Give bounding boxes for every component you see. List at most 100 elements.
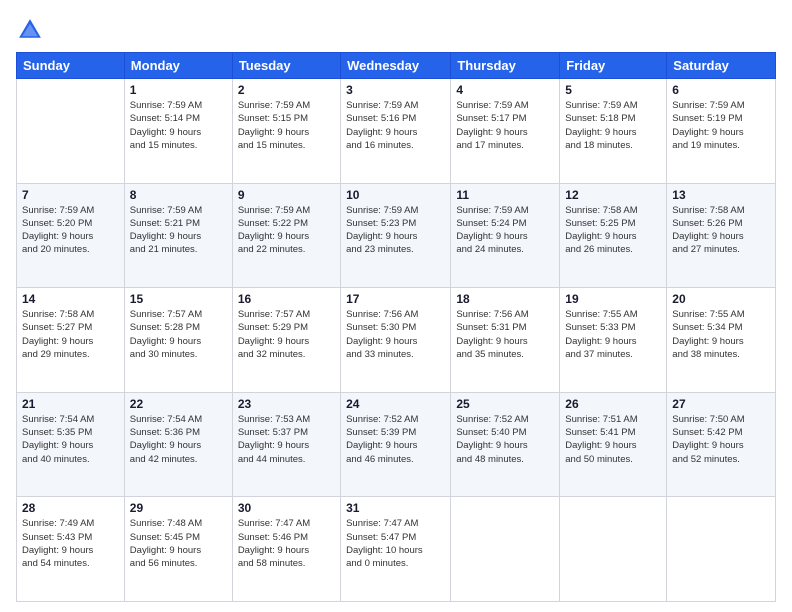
day-info: Sunrise: 7:58 AMSunset: 5:27 PMDaylight:… bbox=[22, 308, 119, 361]
day-info: Sunrise: 7:59 AMSunset: 5:17 PMDaylight:… bbox=[456, 99, 554, 152]
days-header-row: SundayMondayTuesdayWednesdayThursdayFrid… bbox=[17, 53, 776, 79]
day-info: Sunrise: 7:53 AMSunset: 5:37 PMDaylight:… bbox=[238, 413, 335, 466]
calendar-cell: 26 Sunrise: 7:51 AMSunset: 5:41 PMDayligh… bbox=[560, 392, 667, 497]
calendar-table: SundayMondayTuesdayWednesdayThursdayFrid… bbox=[16, 52, 776, 602]
day-info: Sunrise: 7:48 AMSunset: 5:45 PMDaylight:… bbox=[130, 517, 227, 570]
day-info: Sunrise: 7:51 AMSunset: 5:41 PMDaylight:… bbox=[565, 413, 661, 466]
day-info: Sunrise: 7:55 AMSunset: 5:34 PMDaylight:… bbox=[672, 308, 770, 361]
day-header-thursday: Thursday bbox=[451, 53, 560, 79]
day-number: 2 bbox=[238, 83, 335, 97]
day-info: Sunrise: 7:59 AMSunset: 5:23 PMDaylight:… bbox=[346, 204, 445, 257]
day-header-wednesday: Wednesday bbox=[341, 53, 451, 79]
calendar-cell: 9 Sunrise: 7:59 AMSunset: 5:22 PMDaylight… bbox=[232, 183, 340, 288]
calendar-cell: 22 Sunrise: 7:54 AMSunset: 5:36 PMDayligh… bbox=[124, 392, 232, 497]
day-info: Sunrise: 7:55 AMSunset: 5:33 PMDaylight:… bbox=[565, 308, 661, 361]
day-number: 15 bbox=[130, 292, 227, 306]
day-number: 17 bbox=[346, 292, 445, 306]
calendar-cell: 18Sunrise: 7:56 AMSunset: 5:31 PMDayligh… bbox=[451, 288, 560, 393]
day-info: Sunrise: 7:59 AMSunset: 5:22 PMDaylight:… bbox=[238, 204, 335, 257]
logo bbox=[16, 16, 48, 44]
calendar-cell: 12 Sunrise: 7:58 AMSunset: 5:25 PMDayligh… bbox=[560, 183, 667, 288]
day-info: Sunrise: 7:54 AMSunset: 5:36 PMDaylight:… bbox=[130, 413, 227, 466]
calendar-cell bbox=[560, 497, 667, 602]
day-number: 21 bbox=[22, 397, 119, 411]
calendar-cell bbox=[451, 497, 560, 602]
day-info: Sunrise: 7:47 AMSunset: 5:47 PMDaylight:… bbox=[346, 517, 445, 570]
day-number: 27 bbox=[672, 397, 770, 411]
day-info: Sunrise: 7:50 AMSunset: 5:42 PMDaylight:… bbox=[672, 413, 770, 466]
calendar-cell: 14 Sunrise: 7:58 AMSunset: 5:27 PMDayligh… bbox=[17, 288, 125, 393]
day-header-sunday: Sunday bbox=[17, 53, 125, 79]
calendar-cell: 21Sunrise: 7:54 AMSunset: 5:35 PMDayligh… bbox=[17, 392, 125, 497]
calendar-cell: 16Sunrise: 7:57 AMSunset: 5:29 PMDayligh… bbox=[232, 288, 340, 393]
day-number: 29 bbox=[130, 501, 227, 515]
day-number: 24 bbox=[346, 397, 445, 411]
calendar-cell: 1 Sunrise: 7:59 AMSunset: 5:14 PMDaylight… bbox=[124, 79, 232, 184]
day-info: Sunrise: 7:58 AMSunset: 5:26 PMDaylight:… bbox=[672, 204, 770, 257]
week-row-4: 28Sunrise: 7:49 AMSunset: 5:43 PMDayligh… bbox=[17, 497, 776, 602]
day-number: 30 bbox=[238, 501, 335, 515]
calendar-cell: 19 Sunrise: 7:55 AMSunset: 5:33 PMDayligh… bbox=[560, 288, 667, 393]
calendar-cell: 10 Sunrise: 7:59 AMSunset: 5:23 PMDayligh… bbox=[341, 183, 451, 288]
calendar-page: SundayMondayTuesdayWednesdayThursdayFrid… bbox=[0, 0, 792, 612]
day-number: 11 bbox=[456, 188, 554, 202]
week-row-3: 21Sunrise: 7:54 AMSunset: 5:35 PMDayligh… bbox=[17, 392, 776, 497]
day-info: Sunrise: 7:58 AMSunset: 5:25 PMDaylight:… bbox=[565, 204, 661, 257]
calendar-cell: 20Sunrise: 7:55 AMSunset: 5:34 PMDayligh… bbox=[667, 288, 776, 393]
day-number: 26 bbox=[565, 397, 661, 411]
calendar-cell: 28Sunrise: 7:49 AMSunset: 5:43 PMDayligh… bbox=[17, 497, 125, 602]
day-number: 13 bbox=[672, 188, 770, 202]
day-info: Sunrise: 7:59 AMSunset: 5:20 PMDaylight:… bbox=[22, 204, 119, 257]
day-number: 12 bbox=[565, 188, 661, 202]
calendar-cell: 24 Sunrise: 7:52 AMSunset: 5:39 PMDayligh… bbox=[341, 392, 451, 497]
day-number: 10 bbox=[346, 188, 445, 202]
day-info: Sunrise: 7:56 AMSunset: 5:31 PMDaylight:… bbox=[456, 308, 554, 361]
day-number: 14 bbox=[22, 292, 119, 306]
day-number: 25 bbox=[456, 397, 554, 411]
day-number: 9 bbox=[238, 188, 335, 202]
day-info: Sunrise: 7:59 AMSunset: 5:14 PMDaylight:… bbox=[130, 99, 227, 152]
calendar-cell: 27 Sunrise: 7:50 AMSunset: 5:42 PMDayligh… bbox=[667, 392, 776, 497]
calendar-cell: 6 Sunrise: 7:59 AMSunset: 5:19 PMDaylight… bbox=[667, 79, 776, 184]
calendar-cell: 30 Sunrise: 7:47 AMSunset: 5:46 PMDayligh… bbox=[232, 497, 340, 602]
calendar-header: SundayMondayTuesdayWednesdayThursdayFrid… bbox=[17, 53, 776, 79]
calendar-cell: 31 Sunrise: 7:47 AMSunset: 5:47 PMDayligh… bbox=[341, 497, 451, 602]
day-info: Sunrise: 7:59 AMSunset: 5:15 PMDaylight:… bbox=[238, 99, 335, 152]
day-number: 1 bbox=[130, 83, 227, 97]
day-info: Sunrise: 7:59 AMSunset: 5:18 PMDaylight:… bbox=[565, 99, 661, 152]
day-info: Sunrise: 7:47 AMSunset: 5:46 PMDaylight:… bbox=[238, 517, 335, 570]
calendar-cell bbox=[667, 497, 776, 602]
calendar-cell: 15 Sunrise: 7:57 AMSunset: 5:28 PMDayligh… bbox=[124, 288, 232, 393]
day-number: 4 bbox=[456, 83, 554, 97]
day-info: Sunrise: 7:59 AMSunset: 5:24 PMDaylight:… bbox=[456, 204, 554, 257]
day-number: 16 bbox=[238, 292, 335, 306]
day-info: Sunrise: 7:52 AMSunset: 5:39 PMDaylight:… bbox=[346, 413, 445, 466]
calendar-cell: 13 Sunrise: 7:58 AMSunset: 5:26 PMDayligh… bbox=[667, 183, 776, 288]
day-number: 19 bbox=[565, 292, 661, 306]
day-info: Sunrise: 7:52 AMSunset: 5:40 PMDaylight:… bbox=[456, 413, 554, 466]
calendar-cell: 5Sunrise: 7:59 AMSunset: 5:18 PMDaylight… bbox=[560, 79, 667, 184]
day-header-saturday: Saturday bbox=[667, 53, 776, 79]
calendar-cell: 2 Sunrise: 7:59 AMSunset: 5:15 PMDaylight… bbox=[232, 79, 340, 184]
day-info: Sunrise: 7:59 AMSunset: 5:16 PMDaylight:… bbox=[346, 99, 445, 152]
day-number: 23 bbox=[238, 397, 335, 411]
day-number: 6 bbox=[672, 83, 770, 97]
calendar-body: 1 Sunrise: 7:59 AMSunset: 5:14 PMDaylight… bbox=[17, 79, 776, 602]
day-number: 22 bbox=[130, 397, 227, 411]
day-header-tuesday: Tuesday bbox=[232, 53, 340, 79]
day-number: 31 bbox=[346, 501, 445, 515]
day-info: Sunrise: 7:57 AMSunset: 5:28 PMDaylight:… bbox=[130, 308, 227, 361]
day-number: 8 bbox=[130, 188, 227, 202]
day-info: Sunrise: 7:59 AMSunset: 5:19 PMDaylight:… bbox=[672, 99, 770, 152]
calendar-cell: 25 Sunrise: 7:52 AMSunset: 5:40 PMDayligh… bbox=[451, 392, 560, 497]
header bbox=[16, 16, 776, 44]
calendar-cell: 23 Sunrise: 7:53 AMSunset: 5:37 PMDayligh… bbox=[232, 392, 340, 497]
calendar-cell: 8Sunrise: 7:59 AMSunset: 5:21 PMDaylight… bbox=[124, 183, 232, 288]
day-header-friday: Friday bbox=[560, 53, 667, 79]
logo-icon bbox=[16, 16, 44, 44]
calendar-cell: 17Sunrise: 7:56 AMSunset: 5:30 PMDayligh… bbox=[341, 288, 451, 393]
calendar-cell: 4 Sunrise: 7:59 AMSunset: 5:17 PMDaylight… bbox=[451, 79, 560, 184]
day-header-monday: Monday bbox=[124, 53, 232, 79]
day-info: Sunrise: 7:49 AMSunset: 5:43 PMDaylight:… bbox=[22, 517, 119, 570]
calendar-cell: 3Sunrise: 7:59 AMSunset: 5:16 PMDaylight… bbox=[341, 79, 451, 184]
